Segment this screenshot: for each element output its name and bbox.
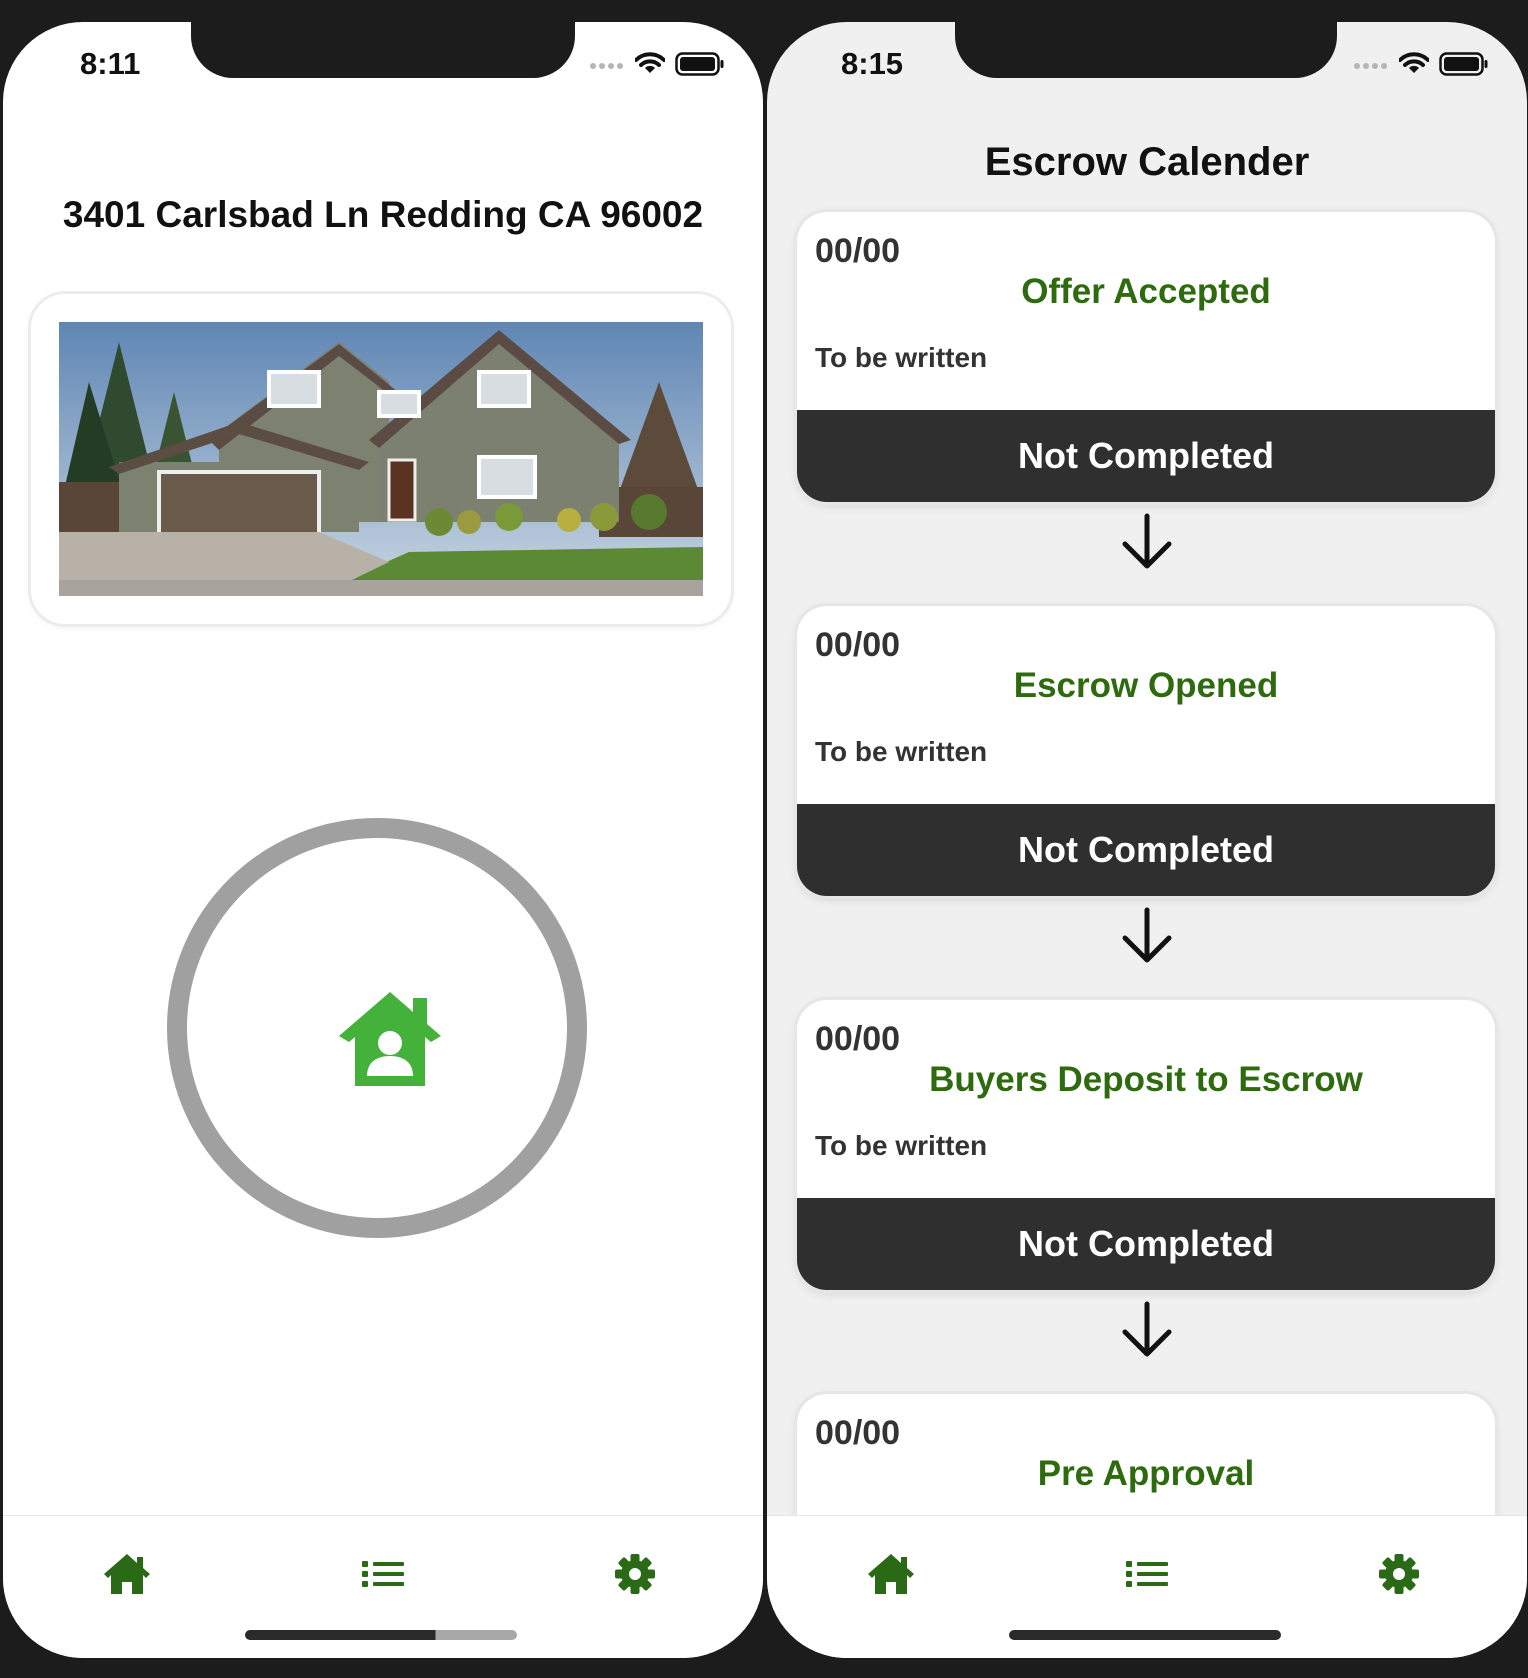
signal-icon (590, 63, 623, 69)
battery-icon (1439, 52, 1488, 76)
tab-bar (3, 1515, 763, 1658)
escrow-calendar-screen: 8:15 Escrow Calender 00/00 Offer Accepte… (767, 22, 1527, 1658)
house-photo (59, 322, 703, 596)
home-indicator (1009, 1630, 1281, 1640)
arrow-down-icon (1122, 907, 1172, 963)
step-status-button[interactable]: Not Completed (797, 804, 1495, 896)
step-date: 00/00 (815, 626, 901, 664)
wifi-icon (1399, 52, 1429, 73)
notch (191, 22, 575, 78)
step-date: 00/00 (815, 1020, 901, 1058)
home-indicator (245, 1630, 517, 1640)
step-note: To be written (815, 342, 988, 373)
wifi-icon (635, 52, 665, 73)
escrow-step-card[interactable]: 00/00 Buyers Deposit to Escrow To be wri… (797, 1000, 1495, 1290)
property-photo-card[interactable] (31, 294, 731, 624)
arrow-down-icon (1122, 513, 1172, 569)
escrow-step-card[interactable]: 00/00 Escrow Opened To be written Not Co… (797, 606, 1495, 896)
step-date: 00/00 (815, 1414, 901, 1452)
home-icon[interactable] (867, 1552, 915, 1596)
step-status-button[interactable]: Not Completed (797, 1198, 1495, 1290)
step-name: Escrow Opened (1013, 666, 1279, 705)
screen-title: Escrow Calender (984, 140, 1310, 184)
step-note: To be written (815, 736, 988, 767)
address-title: 3401 Carlsbad Ln Redding CA 96002 (62, 194, 704, 235)
step-status-button[interactable]: Not Completed (797, 410, 1495, 502)
step-name: Buyers Deposit to Escrow (929, 1060, 1363, 1099)
list-icon[interactable] (359, 1552, 407, 1596)
step-note: To be written (815, 1130, 988, 1161)
escrow-step-card[interactable]: 00/00 Offer Accepted To be written Not C… (797, 212, 1495, 502)
home-icon[interactable] (103, 1552, 151, 1596)
notch (955, 22, 1337, 78)
status-time: 8:11 (80, 46, 141, 81)
status-time: 8:15 (841, 46, 904, 81)
step-name: Pre Approval (1037, 1454, 1255, 1493)
gear-icon[interactable] (1375, 1552, 1423, 1596)
step-name: Offer Accepted (1021, 272, 1271, 311)
arrow-down-icon (1122, 1301, 1172, 1357)
gear-icon[interactable] (611, 1552, 659, 1596)
home-user-icon[interactable] (337, 990, 443, 1088)
home-screen: 8:11 3401 Carlsbad Ln Redding CA 96002 (3, 22, 763, 1658)
list-icon[interactable] (1123, 1552, 1171, 1596)
battery-icon (675, 52, 724, 76)
step-date: 00/00 (815, 232, 901, 270)
tab-bar (767, 1515, 1527, 1658)
signal-icon (1354, 63, 1387, 69)
